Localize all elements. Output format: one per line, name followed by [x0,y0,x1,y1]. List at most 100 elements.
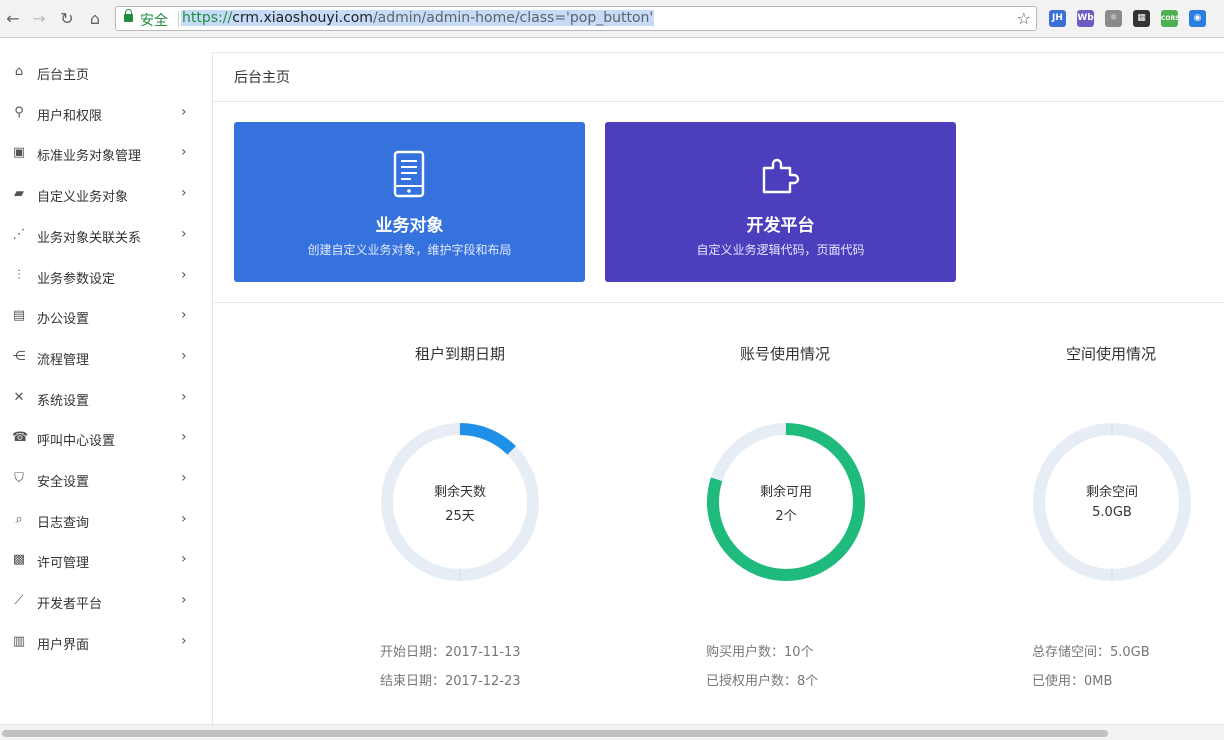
sidebar-item-label: 标准业务对象管理 [37,149,142,165]
sidebar-item-11[interactable]: ⛉ 安全设置 › [0,459,213,499]
chevron-right-icon: › [181,592,187,609]
usage-ring [381,423,539,581]
lock-icon [124,9,133,22]
stat-detail-line: 已使用：0MB [1032,674,1113,689]
sidebar-item-12[interactable]: ⌕ 日志查询 › [0,500,213,540]
stat-title: 空间使用情况 [1065,345,1156,363]
ring-label: 剩余可用 [759,485,812,500]
url-path: /admin/admin-home/class='pop_button' [372,10,654,26]
extension-qr-icon[interactable]: ▦ [1133,10,1150,27]
extension-cors-icon[interactable]: CORS [1161,10,1179,27]
sidebar-item-9[interactable]: ✕ 系统设置 › [0,378,213,418]
bookmark-star-icon[interactable]: ☆ [1017,9,1031,28]
sidebar-item-label: 日志查询 [37,515,90,531]
stat-title: 租户到期日期 [414,345,505,363]
back-button[interactable]: ← [3,9,23,29]
card-subtitle: 自定义业务逻辑代码，页面代码 [696,243,865,257]
sidebar-item-label: 开发者平台 [37,597,103,613]
chevron-right-icon: › [181,225,187,242]
page-title: 后台主页 [234,70,290,86]
extension-globe-icon[interactable]: ◉ [1189,10,1206,27]
business-object-card[interactable]: 业务对象 创建自定义业务对象，维护字段和布局 [234,122,585,282]
stat-detail-line: 总存储空间：5.0GB [1032,645,1150,660]
sliders-icon: ⫶ [17,267,21,283]
horizontal-scrollbar[interactable] [0,724,1224,740]
sidebar-item-label: 自定义业务对象 [37,190,129,206]
top-divider [213,52,1224,53]
ring-label: 剩余天数 [433,485,486,500]
sidebar-item-label: 用户和权限 [37,108,103,124]
ring-value: 5.0GB [1092,505,1132,520]
stat-detail-line: 开始日期：2017-11-13 [380,645,521,660]
tools-icon: ✕ [13,389,25,405]
sidebar-item-14[interactable]: ⟋ 开发者平台 › [0,581,213,621]
chevron-right-icon: › [181,185,187,202]
sidebar-item-label: 呼叫中心设置 [37,434,116,450]
document-icon: ▤ [12,308,26,324]
card-title: 业务对象 [375,216,444,236]
scrollbar-thumb[interactable] [2,730,1108,737]
sidebar-item-label: 系统设置 [37,393,90,409]
extension-wb-icon[interactable]: Wb [1077,10,1094,27]
sidebar-item-8[interactable]: ⋲ 流程管理 › [0,337,213,377]
ring-label: 剩余空间 [1085,485,1138,500]
sidebar-item-10[interactable]: ☎ 呼叫中心设置 › [0,418,213,458]
sidebar-item-1[interactable]: ⌂ 后台主页 [0,52,213,92]
sidebar-item-15[interactable]: ▥ 用户界面 › [0,622,213,662]
license-icon: ▩ [12,552,26,568]
header-divider [213,101,1224,102]
chart-icon: ⟋ [14,593,24,609]
sidebar-item-3[interactable]: ▣ 标准业务对象管理 › [0,133,213,173]
stat-detail-line: 购买用户数：10个 [706,645,814,660]
browser-toolbar: ← → ↻ ⌂ 安全 https://crm.xiaoshouyi.com/ad… [0,0,1224,38]
sidebar-item-label: 流程管理 [37,352,90,368]
sidebar-item-label: 后台主页 [37,68,90,83]
sidebar-item-6[interactable]: ⫶ 业务参数设定 › [0,256,213,296]
card-subtitle: 创建自定义业务对象，维护字段和布局 [307,243,512,257]
sidebar-item-label: 用户界面 [37,637,90,653]
usage-ring [1033,423,1191,581]
sidebar-item-label: 业务对象关联关系 [37,230,142,246]
sidebar-item-2[interactable]: ⚲ 用户和权限 › [0,93,213,133]
user-key-icon: ⚲ [14,104,24,120]
chevron-right-icon: › [181,103,187,120]
sidebar-item-5[interactable]: ⋰ 业务对象关联关系 › [0,215,213,255]
ring-track [1033,423,1191,581]
address-bar[interactable]: 安全 https://crm.xiaoshouyi.com/admin/admi… [115,6,1037,31]
url-scheme: https:// [182,10,233,26]
headset-icon: ☎ [12,430,29,446]
flow-icon: ⋲ [12,348,26,364]
sidebar-item-label: 许可管理 [37,556,90,572]
reload-button[interactable]: ↻ [57,9,77,29]
sidebar-item-label: 安全设置 [37,475,90,490]
sidebar-item-13[interactable]: ▩ 许可管理 › [0,540,213,580]
home-icon: ⌂ [14,64,24,79]
extension-react-icon[interactable]: ⚛ [1105,10,1122,27]
secure-label: 安全 [140,13,168,29]
puzzle-icon: ▰ [14,186,24,202]
sidebar-item-4[interactable]: ▰ 自定义业务对象 › [0,174,213,214]
relation-icon: ⋰ [12,226,26,242]
cards-divider [213,302,1224,303]
card-title: 开发平台 [746,216,815,236]
chevron-right-icon: › [181,551,187,568]
ring-value: 25天 [445,509,475,524]
log-search-icon: ⌕ [15,511,23,527]
sidebar-item-7[interactable]: ▤ 办公设置 › [0,296,213,336]
ring-value: 2个 [775,509,797,524]
briefcase-icon: ▣ [12,145,26,161]
sidebar: ⌂ 后台主页 ⚲ 用户和权限 › ▣ 标准业务对象管理 › ▰ 自定义业务对象 › ⋰ 业务对象关联关系… [0,52,213,724]
chevron-right-icon: › [181,347,187,364]
chevron-right-icon: › [181,470,187,486]
forward-button[interactable]: → [29,9,49,29]
stat-detail-line: 已授权用户数：8个 [706,674,819,689]
extension-jh-icon[interactable]: JH [1049,10,1066,27]
chevron-right-icon: › [181,307,187,324]
layout-icon: ▥ [12,633,26,649]
stat-title: 账号使用情况 [739,345,830,363]
shield-icon: ⛉ [14,471,24,486]
chevron-right-icon: › [181,266,187,283]
home-button[interactable]: ⌂ [85,9,105,29]
url-text[interactable]: https://crm.xiaoshouyi.com/admin/admin-h… [181,10,655,26]
dev-platform-card[interactable]: 开发平台 自定义业务逻辑代码，页面代码 [605,122,956,282]
